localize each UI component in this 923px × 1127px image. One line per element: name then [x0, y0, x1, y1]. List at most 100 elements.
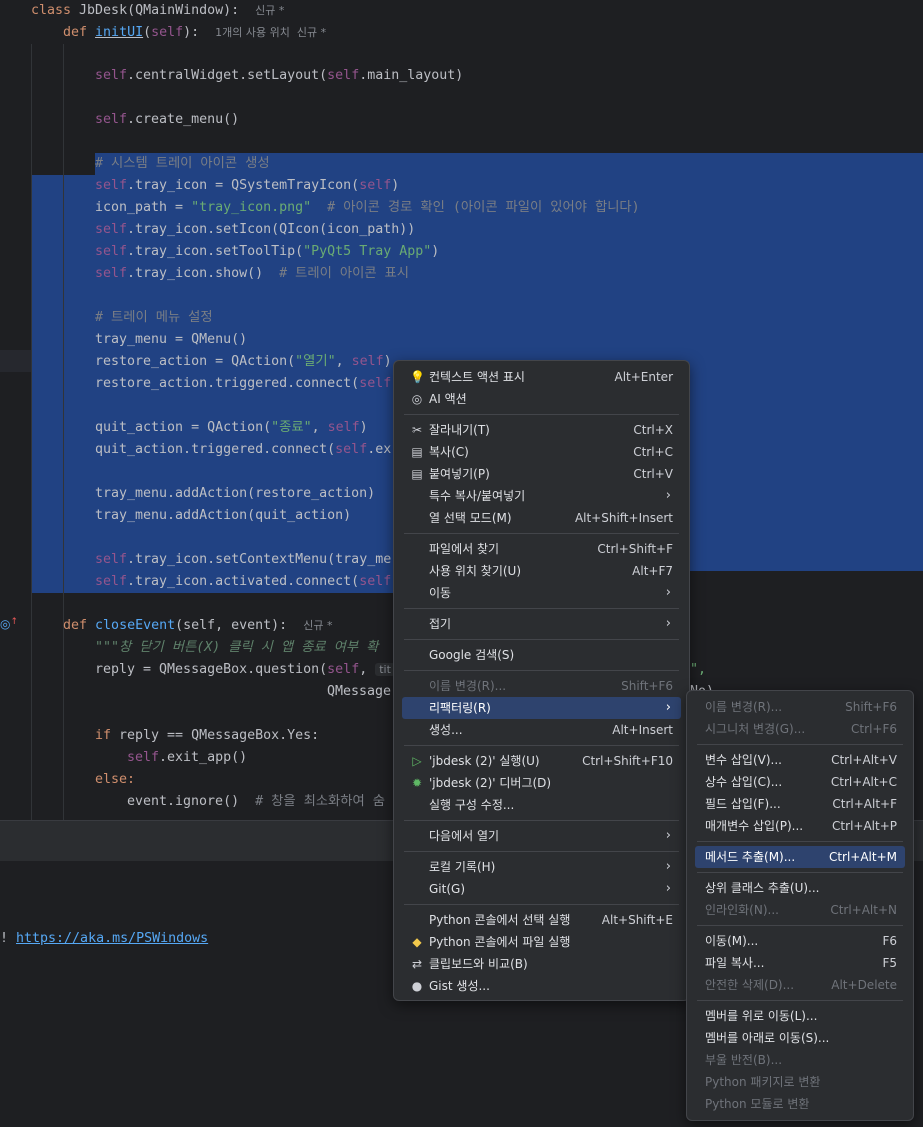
refactor-item-변수-삽입[interactable]: 변수 삽입(V)... Ctrl+Alt+V: [695, 749, 905, 771]
menu-item-shortcut: Alt+Shift+E: [601, 913, 673, 927]
code-line-tail: ",: [690, 662, 707, 677]
menu-item-label: 부울 반전(B)...: [705, 1053, 783, 1067]
context-menu-item-로컬-기록[interactable]: 로컬 기록(H) ›: [402, 856, 681, 878]
code-line: tray_menu.addAction(restore_action): [95, 486, 376, 501]
refactor-item-멤버를-위로-이동[interactable]: 멤버를 위로 이동(L)...: [695, 1005, 905, 1027]
indent-guide: [63, 44, 64, 820]
context-menu-item-jbdesk-디버그[interactable]: ✹ 'jbdesk (2)' 디버그(D): [402, 772, 681, 794]
menu-separator: [404, 639, 679, 640]
context-menu-item-이동[interactable]: 이동 ›: [402, 582, 681, 604]
context-menu-item-컨텍스트-액션-표시[interactable]: 💡 컨텍스트 액션 표시 Alt+Enter: [402, 366, 681, 388]
menu-item-label: 상위 클래스 추출(U)...: [705, 881, 820, 895]
indent-guide: [31, 44, 32, 820]
menu-separator: [697, 744, 903, 745]
context-menu-item-특수-복사-붙여넣기[interactable]: 특수 복사/붙여넣기 ›: [402, 485, 681, 507]
context-menu-item-붙여넣기[interactable]: ▤ 붙여넣기(P) Ctrl+V: [402, 463, 681, 485]
chevron-right-icon: ›: [665, 881, 671, 896]
context-menu-item-잘라내기[interactable]: ✂ 잘라내기(T) Ctrl+X: [402, 419, 681, 441]
code-line: if reply == QMessageBox.Yes:: [95, 728, 320, 743]
menu-item-label: 이동(M)...: [705, 934, 759, 948]
menu-item-label: 붙여넣기(P): [429, 467, 490, 481]
menu-item-label: 파일 복사...: [705, 956, 765, 970]
code-line: event.ignore() # 창을 최소화하여 숨: [127, 794, 385, 809]
menu-item-shortcut: Ctrl+Shift+F: [597, 542, 673, 556]
context-menu-item-gist-생성[interactable]: ● Gist 생성...: [402, 975, 681, 997]
refactor-item-멤버를-아래로-이동[interactable]: 멤버를 아래로 이동(S)...: [695, 1027, 905, 1049]
context-menu-item-ai-액션[interactable]: ◎ AI 액션: [402, 388, 681, 410]
usage-hint[interactable]: 1개의 사용 위치 신규 *: [215, 26, 326, 39]
chevron-right-icon: ›: [665, 828, 671, 843]
menu-separator: [697, 1000, 903, 1001]
code-line-def-initui: def initUI(self): 1개의 사용 위치 신규 *: [63, 25, 327, 40]
copy-icon: ▤: [411, 445, 423, 459]
refactor-submenu: 이름 변경(R)... Shift+F6 시그니처 변경(G)... Ctrl+F6 변…: [686, 690, 914, 1121]
menu-item-label: 변수 삽입(V)...: [705, 753, 782, 767]
code-line: self.tray_icon.setContextMenu(tray_me: [95, 552, 392, 567]
context-menu-item-파일에서-찾기[interactable]: 파일에서 찾기 Ctrl+Shift+F: [402, 538, 681, 560]
python-icon: ◆: [412, 935, 422, 949]
context-menu-item-열-선택-모드[interactable]: 열 선택 모드(M) Alt+Shift+Insert: [402, 507, 681, 529]
menu-item-shortcut: Shift+F6: [845, 700, 897, 714]
context-menu-item-이름-변경: 이름 변경(R)... Shift+F6: [402, 675, 681, 697]
github-icon: ●: [411, 979, 423, 993]
refactor-item-상위-클래스-추출[interactable]: 상위 클래스 추출(U)...: [695, 877, 905, 899]
menu-item-shortcut: Alt+F7: [632, 564, 673, 578]
refactor-item-python-패키지로-변환: Python 패키지로 변환: [695, 1071, 905, 1093]
debug-icon: ✹: [411, 776, 423, 790]
code-line: self.create_menu(): [95, 112, 240, 127]
menu-item-shortcut: Ctrl+F6: [851, 722, 897, 736]
refactor-item-필드-삽입[interactable]: 필드 삽입(F)... Ctrl+Alt+F: [695, 793, 905, 815]
menu-item-label: 접기: [429, 617, 452, 631]
terminal-link[interactable]: https://aka.ms/PSWindows: [16, 931, 208, 946]
menu-item-label: Google 검색(S): [429, 648, 515, 662]
code-line: restore_action = QAction("열기", self): [95, 354, 392, 369]
menu-item-label: 컨텍스트 액션 표시: [429, 370, 525, 384]
context-menu-item-접기[interactable]: 접기 ›: [402, 613, 681, 635]
menu-item-label: 로컬 기록(H): [429, 860, 496, 874]
refactor-item-인라인화: 인라인화(N)... Ctrl+Alt+N: [695, 899, 905, 921]
menu-item-label: 멤버를 아래로 이동(S)...: [705, 1031, 830, 1045]
context-menu-item-생성[interactable]: 생성... Alt+Insert: [402, 719, 681, 741]
override-gutter-icon[interactable]: ◎↑: [0, 617, 18, 631]
chevron-right-icon: ›: [665, 700, 671, 715]
context-menu-item-실행-구성-수정[interactable]: 실행 구성 수정...: [402, 794, 681, 816]
paste-icon: ▤: [411, 467, 423, 481]
context-menu-item-다음에서-열기[interactable]: 다음에서 열기 ›: [402, 825, 681, 847]
context-menu-item-python-콘솔에서-파일-실행[interactable]: ◆ Python 콘솔에서 파일 실행: [402, 931, 681, 953]
context-menu-item-클립보드와-비교[interactable]: ⇄ 클립보드와 비교(B): [402, 953, 681, 975]
chevron-right-icon: ›: [665, 488, 671, 503]
context-menu-item-google-검색[interactable]: Google 검색(S): [402, 644, 681, 666]
refactor-item-파일-복사[interactable]: 파일 복사... F5: [695, 952, 905, 974]
menu-item-shortcut: Shift+F6: [621, 679, 673, 693]
menu-item-label: Git(G): [429, 882, 465, 896]
menu-item-label: 잘라내기(T): [429, 423, 490, 437]
code-line: self.tray_icon = QSystemTrayIcon(self): [95, 178, 400, 193]
refactor-item-이동[interactable]: 이동(M)... F6: [695, 930, 905, 952]
menu-item-label: 이름 변경(R)...: [429, 679, 507, 693]
refactor-item-메서드-추출[interactable]: 메서드 추출(M)... Ctrl+Alt+M: [695, 846, 905, 868]
refactor-item-상수-삽입[interactable]: 상수 삽입(C)... Ctrl+Alt+C: [695, 771, 905, 793]
context-menu-item-복사[interactable]: ▤ 복사(C) Ctrl+C: [402, 441, 681, 463]
menu-separator: [404, 820, 679, 821]
menu-separator: [404, 904, 679, 905]
inline-hint: 신규 *: [255, 4, 285, 17]
context-menu-item-git[interactable]: Git(G) ›: [402, 878, 681, 900]
menu-separator: [404, 670, 679, 671]
refactor-item-시그니처-변경: 시그니처 변경(G)... Ctrl+F6: [695, 718, 905, 740]
refactor-item-매개변수-삽입[interactable]: 매개변수 삽입(P)... Ctrl+Alt+P: [695, 815, 905, 837]
menu-item-label: 상수 삽입(C)...: [705, 775, 783, 789]
menu-item-label: 특수 복사/붙여넣기: [429, 489, 526, 503]
bulb-icon: 💡: [410, 370, 425, 384]
menu-separator: [697, 925, 903, 926]
menu-item-shortcut: Alt+Delete: [831, 978, 897, 992]
menu-item-label: 매개변수 삽입(P)...: [705, 819, 804, 833]
context-menu-item-jbdesk-실행[interactable]: ▷ 'jbdesk (2)' 실행(U) Ctrl+Shift+F10: [402, 750, 681, 772]
code-line: quit_action.triggered.connect(self.ex: [95, 442, 392, 457]
context-menu-item-리팩터링[interactable]: 리팩터링(R) ›: [402, 697, 681, 719]
code-docstring: """창 닫기 버튼(X) 클릭 시 앱 종료 여부 확: [95, 640, 379, 655]
menu-item-label: Python 콘솔에서 파일 실행: [429, 935, 571, 949]
context-menu-item-사용-위치-찾기[interactable]: 사용 위치 찾기(U) Alt+F7: [402, 560, 681, 582]
code-line: self.tray_icon.setToolTip("PyQt5 Tray Ap…: [95, 244, 440, 259]
context-menu-item-python-콘솔에서-선택-실행[interactable]: Python 콘솔에서 선택 실행 Alt+Shift+E: [402, 909, 681, 931]
code-line: icon_path = "tray_icon.png" # 아이콘 경로 확인 …: [95, 200, 640, 215]
